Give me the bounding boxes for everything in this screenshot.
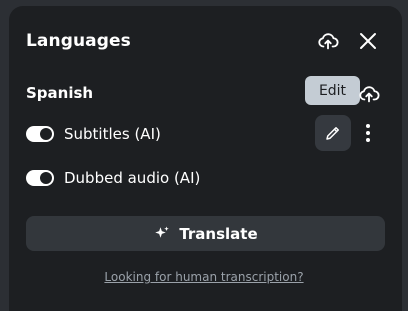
- sparkle-icon: [155, 226, 170, 238]
- language-name: Spanish: [26, 84, 94, 102]
- more-options-button[interactable]: [362, 122, 374, 144]
- cloud-upload-icon: [359, 86, 380, 103]
- languages-panel: [9, 6, 402, 311]
- dubbed-audio-row: Dubbed audio (AI): [26, 169, 200, 187]
- language-upload-button[interactable]: [358, 84, 380, 104]
- pencil-icon: [326, 127, 339, 140]
- translate-label: Translate: [179, 224, 258, 243]
- close-button[interactable]: [358, 31, 378, 51]
- human-transcription-link[interactable]: Looking for human transcription?: [0, 270, 408, 284]
- panel-title: Languages: [26, 31, 131, 51]
- close-icon: [360, 33, 376, 49]
- header-upload-button[interactable]: [317, 30, 339, 52]
- edit-button[interactable]: [315, 115, 351, 151]
- subtitles-toggle[interactable]: [26, 126, 54, 142]
- vertical-dots-icon: [366, 124, 370, 142]
- dubbed-audio-label: Dubbed audio (AI): [64, 169, 201, 187]
- subtitles-row: Subtitles (AI): [26, 125, 161, 143]
- translate-button[interactable]: Translate: [26, 216, 385, 251]
- dubbed-audio-toggle[interactable]: [26, 170, 54, 186]
- cloud-upload-icon: [318, 33, 339, 50]
- edit-tooltip: Edit: [305, 76, 360, 105]
- subtitles-label: Subtitles (AI): [64, 125, 161, 143]
